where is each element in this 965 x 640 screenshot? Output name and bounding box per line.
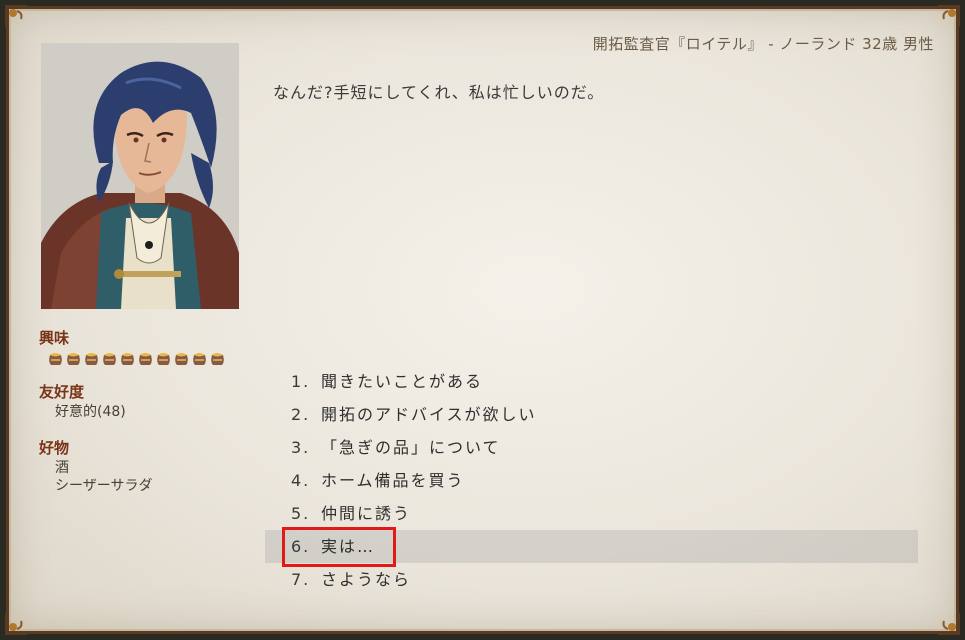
- selection-highlight-box: [282, 527, 396, 567]
- honey-pot-icon: [49, 353, 62, 365]
- interest-meter: [47, 350, 226, 367]
- choice-label: さようなら: [321, 570, 412, 589]
- npc-dialogue-text: なんだ?手短にしてくれ、私は忙しいのだ。: [273, 83, 605, 102]
- honey-pot-icon: [157, 353, 170, 365]
- choice-label: 聞きたいことがある: [321, 372, 484, 391]
- friendship-label: 友好度: [39, 383, 85, 401]
- honey-pot-icon: [175, 353, 188, 365]
- favorite-item: 酒: [55, 460, 69, 476]
- honey-pot-icon: [193, 353, 206, 365]
- choice-urgent-item[interactable]: 3. 「急ぎの品」について: [265, 431, 918, 464]
- choice-number: 1.: [291, 372, 311, 391]
- honey-pot-icon: [103, 353, 116, 365]
- favorite-item: シーザーサラダ: [55, 478, 153, 494]
- character-header: 開拓監査官『ロイテル』 - ノーランド 32歳 男性: [592, 35, 934, 53]
- favorites-label: 好物: [39, 439, 70, 457]
- honey-pot-icon: [139, 353, 152, 365]
- choice-number: 7.: [291, 570, 311, 589]
- choice-number: 3.: [291, 438, 311, 457]
- honey-pot-icon: [67, 353, 80, 365]
- choice-invite-party[interactable]: 5. 仲間に誘う: [265, 497, 918, 530]
- choice-label: 「急ぎの品」について: [321, 438, 501, 457]
- choice-label: ホーム備品を買う: [321, 471, 465, 490]
- choice-number: 5.: [291, 504, 311, 523]
- dialog-window: 開拓監査官『ロイテル』 - ノーランド 32歳 男性 なんだ?手短にしてくれ、私…: [5, 5, 960, 635]
- friendship-value: 好意的(48): [55, 404, 126, 420]
- interest-label: 興味: [39, 329, 70, 347]
- choice-advice[interactable]: 2. 開拓のアドバイスが欲しい: [265, 398, 918, 431]
- choice-goodbye[interactable]: 7. さようなら: [265, 563, 918, 596]
- choice-number: 4.: [291, 471, 311, 490]
- corner-ornament: [938, 5, 960, 27]
- choice-buy-home-supplies[interactable]: 4. ホーム備品を買う: [265, 464, 918, 497]
- corner-ornament: [5, 5, 27, 27]
- choice-ask-question[interactable]: 1. 聞きたいことがある: [265, 365, 918, 398]
- portrait-image: [41, 43, 239, 309]
- honey-pot-icon: [85, 353, 98, 365]
- corner-ornament: [5, 613, 27, 635]
- choice-label: 開拓のアドバイスが欲しい: [321, 405, 537, 424]
- corner-ornament: [938, 613, 960, 635]
- character-portrait: [41, 43, 239, 309]
- honey-pot-icon: [211, 353, 224, 365]
- choice-number: 2.: [291, 405, 311, 424]
- honey-pot-icon: [121, 353, 134, 365]
- choice-label: 仲間に誘う: [321, 504, 412, 523]
